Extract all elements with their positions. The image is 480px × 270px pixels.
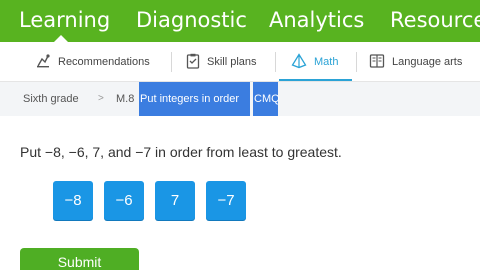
breadcrumb: Sixth grade > M.8 Put integers in order … (0, 82, 480, 116)
breadcrumb-skill-code: M.8 (116, 93, 135, 105)
nav-diagnostic[interactable]: Diagnostic (136, 8, 247, 32)
answer-tile[interactable]: −7 (206, 181, 246, 220)
answer-tile[interactable]: 7 (155, 181, 195, 220)
active-nav-caret (54, 35, 68, 42)
nav-learning[interactable]: Learning (19, 8, 110, 32)
tab-divider (171, 52, 172, 72)
tab-skill-plans[interactable]: Skill plans (186, 42, 257, 81)
question-prompt: Put −8, −6, 7, and −7 in order from leas… (20, 144, 342, 160)
breadcrumb-grade[interactable]: Sixth grade (23, 82, 79, 116)
submit-button[interactable]: Submit (20, 248, 139, 270)
tab-math[interactable]: Math (279, 42, 353, 81)
tab-divider (356, 52, 357, 72)
top-nav: Learning Diagnostic Analytics Resources (0, 0, 480, 42)
breadcrumb-skill-suffix: CMQ (253, 82, 280, 116)
answer-tile[interactable]: −6 (104, 181, 144, 220)
breadcrumb-skill-name: Put integers in order (139, 82, 250, 116)
nav-resources[interactable]: Resources (390, 8, 480, 32)
tab-skill-plans-label: Skill plans (207, 56, 257, 68)
tab-recommendations-label: Recommendations (58, 56, 150, 68)
language-arts-book-icon (369, 53, 392, 72)
tab-recommendations[interactable]: Recommendations (35, 42, 150, 81)
tab-divider (275, 52, 276, 72)
skill-plans-icon (186, 53, 207, 72)
tab-math-label: Math (314, 56, 339, 68)
nav-analytics[interactable]: Analytics (269, 8, 364, 32)
subject-tabs: Recommendations Skill plans Math Languag… (0, 42, 480, 82)
chevron-right-icon: > (98, 93, 104, 104)
math-pyramid-icon (291, 52, 314, 72)
answer-tile[interactable]: −8 (53, 181, 93, 220)
recommendations-icon (35, 53, 58, 72)
tab-language-arts[interactable]: Language arts (369, 42, 463, 81)
tab-language-arts-label: Language arts (392, 56, 463, 68)
